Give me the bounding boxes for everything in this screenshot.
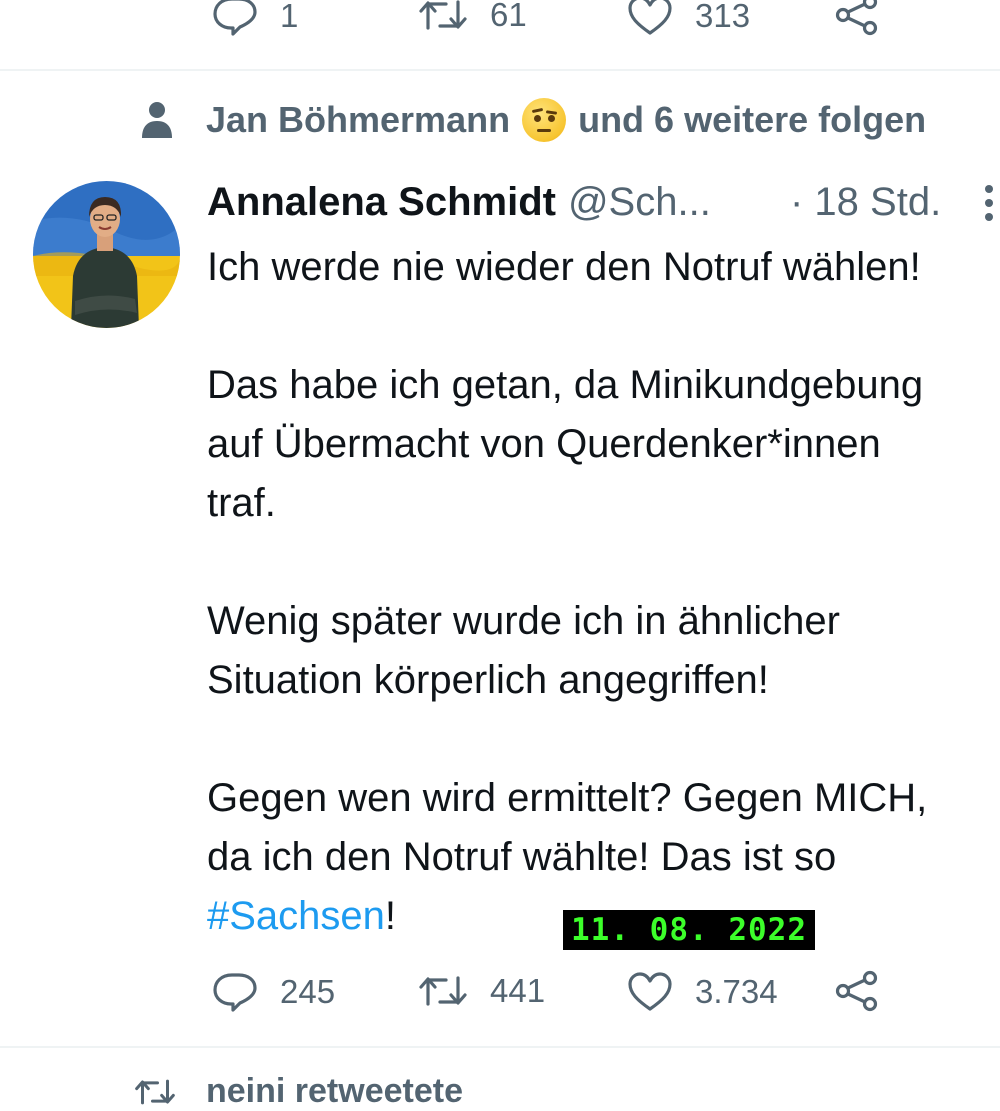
retweet-icon: [135, 1079, 175, 1104]
tweet-line: da ich den Notruf wählte! Das ist so: [207, 835, 837, 879]
share-icon: [835, 0, 878, 36]
share-icon: [835, 970, 878, 1012]
prev-reply-button[interactable]: 1: [212, 0, 298, 36]
prev-reply-count: 1: [280, 0, 299, 34]
social-context[interactable]: Jan Böhmermann und 6 weitere folgen: [140, 98, 926, 142]
more-options-button[interactable]: [982, 184, 996, 229]
heart-icon: [628, 0, 672, 35]
author-avatar[interactable]: [33, 181, 180, 328]
tweet-line: auf Übermacht von Querdenker*innen: [207, 422, 881, 466]
reply-icon: [213, 0, 257, 36]
like-button[interactable]: 3.734: [627, 972, 778, 1012]
retweet-icon: [419, 0, 467, 30]
tweet-divider: [0, 1046, 1000, 1048]
tweet-divider: [0, 69, 1000, 71]
hashtag-link[interactable]: #Sachsen: [207, 894, 385, 938]
retweet-icon: [419, 976, 467, 1006]
hashtag-suffix: !: [384, 894, 397, 938]
prev-like-count: 313: [695, 0, 751, 34]
prev-retweet-count: 61: [490, 0, 527, 33]
like-count: 3.734: [695, 973, 778, 1010]
prev-retweet-button[interactable]: 61: [418, 0, 527, 34]
heart-icon: [628, 972, 672, 1011]
reply-button[interactable]: 245: [212, 972, 335, 1012]
tweet-line: ​: [207, 297, 1000, 356]
author-handle[interactable]: @Sch...: [568, 180, 711, 225]
raised-eyebrow-emoji-icon: [522, 98, 567, 142]
prev-like-button[interactable]: 313: [627, 0, 750, 36]
more-vertical-icon: [985, 185, 993, 221]
tweet-line: traf.: [207, 481, 276, 525]
tweet-line: Das habe ich getan, da Minikundgebung: [207, 363, 924, 407]
tweet-time[interactable]: · 18 Std.: [790, 180, 941, 225]
next-retweet-context[interactable]: neini retweetete: [134, 1072, 463, 1111]
tweet-text: Ich werde nie wieder den Notruf wählen! ​…: [207, 238, 1000, 946]
tweet-line: ​: [207, 533, 1000, 592]
reply-count: 245: [280, 973, 336, 1010]
date-stamp: 11. 08. 2022: [563, 910, 815, 950]
retweet-button[interactable]: 441: [418, 972, 545, 1010]
share-button[interactable]: [834, 970, 880, 1012]
social-context-name: Jan Böhmermann: [206, 99, 511, 140]
prev-share-button[interactable]: [834, 0, 880, 36]
tweet-line: ​: [207, 710, 1000, 769]
reply-icon: [213, 973, 257, 1012]
person-icon: [142, 102, 172, 138]
tweet-header: Annalena Schmidt @Sch...: [207, 180, 711, 225]
tweet-line: Ich werde nie wieder den Notruf wählen!: [207, 245, 921, 289]
tweet-line: Situation körperlich angegriffen!: [207, 658, 769, 702]
next-retweet-label: neini retweetete: [206, 1072, 463, 1110]
retweet-count: 441: [490, 972, 546, 1009]
social-context-suffix: und 6 weitere folgen: [578, 99, 927, 140]
author-name[interactable]: Annalena Schmidt: [207, 180, 556, 225]
tweet-line: Gegen wen wird ermittelt? Gegen MICH,: [207, 776, 928, 820]
tweet-line: Wenig später wurde ich in ähnlicher: [207, 599, 840, 643]
